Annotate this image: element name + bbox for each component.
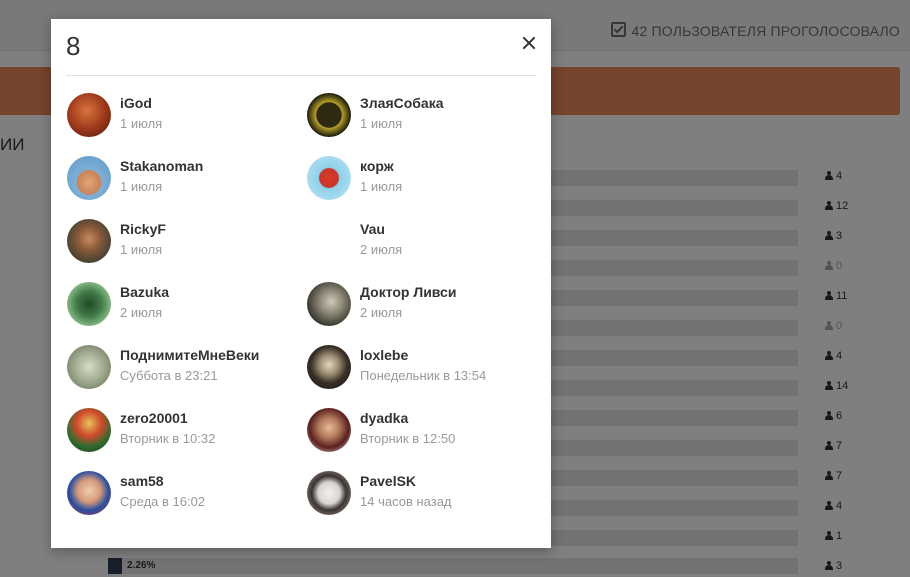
voter-name[interactable]: ЗлаяСобака: [360, 94, 444, 112]
close-icon[interactable]: [521, 35, 537, 51]
voter-item[interactable]: Stakanoman 1 июля: [67, 156, 307, 219]
voter-item[interactable]: loxlebe Понедельник в 13:54: [307, 345, 547, 408]
voter-name[interactable]: dyadka: [360, 409, 455, 427]
avatar[interactable]: [307, 156, 351, 200]
vote-date: 2 июля: [360, 242, 403, 257]
voter-item[interactable]: Bazuka 2 июля: [67, 282, 307, 345]
voter-name[interactable]: Bazuka: [120, 283, 169, 301]
vote-date: Среда в 16:02: [120, 494, 206, 509]
voter-name[interactable]: Vau: [360, 220, 402, 238]
voter-item[interactable]: dyadka Вторник в 12:50: [307, 408, 547, 471]
voter-name[interactable]: zero20001: [120, 409, 215, 427]
divider: [66, 75, 536, 76]
avatar[interactable]: [67, 345, 111, 389]
voter-name[interactable]: sam58: [120, 472, 205, 490]
vote-date: Понедельник в 13:54: [360, 368, 487, 383]
voter-name[interactable]: loxlebe: [360, 346, 486, 364]
avatar[interactable]: [307, 408, 351, 452]
avatar[interactable]: [307, 93, 351, 137]
vote-date: Вторник в 10:32: [120, 431, 216, 446]
vote-date: 1 июля: [120, 116, 163, 131]
voter-item[interactable]: корж 1 июля: [307, 156, 547, 219]
voter-item[interactable]: iGod 1 июля: [67, 93, 307, 156]
vote-date: 14 часов назад: [360, 494, 452, 509]
avatar[interactable]: [307, 345, 351, 389]
voters-modal: 8 iGod 1 июля ЗлаяСобака 1 июля Stakanoman…: [51, 19, 551, 548]
vote-date: Суббота в 23:21: [120, 368, 218, 383]
avatar[interactable]: [67, 471, 111, 515]
voter-item[interactable]: zero20001 Вторник в 10:32: [67, 408, 307, 471]
avatar[interactable]: [67, 282, 111, 326]
vote-date: 1 июля: [120, 242, 163, 257]
modal-title: 8: [66, 31, 81, 61]
voter-name[interactable]: iGod: [120, 94, 162, 112]
vote-date: 1 июля: [360, 179, 403, 194]
voter-name[interactable]: Доктор Ливси: [360, 283, 456, 301]
avatar[interactable]: [307, 471, 351, 515]
vote-date: 1 июля: [120, 179, 163, 194]
avatar[interactable]: [67, 156, 111, 200]
voter-item[interactable]: sam58 Среда в 16:02: [67, 471, 307, 534]
voter-item[interactable]: Доктор Ливси 2 июля: [307, 282, 547, 345]
voter-name[interactable]: корж: [360, 157, 402, 175]
voter-item[interactable]: Vau 2 июля: [307, 219, 547, 282]
vote-date: Вторник в 12:50: [360, 431, 456, 446]
voter-name[interactable]: Stakanoman: [120, 157, 203, 175]
vote-date: 2 июля: [120, 305, 163, 320]
avatar[interactable]: [307, 282, 351, 326]
voter-name[interactable]: RickyF: [120, 220, 166, 238]
voter-name[interactable]: ПоднимитеМнеВеки: [120, 346, 259, 364]
avatar[interactable]: [67, 93, 111, 137]
voter-item[interactable]: RickyF 1 июля: [67, 219, 307, 282]
vote-date: 1 июля: [360, 116, 403, 131]
voter-item[interactable]: ПоднимитеМнеВеки Суббота в 23:21: [67, 345, 307, 408]
voter-name[interactable]: PavelSK: [360, 472, 452, 490]
voter-item[interactable]: PavelSK 14 часов назад: [307, 471, 547, 534]
avatar[interactable]: [307, 219, 351, 263]
voter-item[interactable]: ЗлаяСобака 1 июля: [307, 93, 547, 156]
voter-list: iGod 1 июля ЗлаяСобака 1 июля Stakanoman 1 …: [67, 93, 547, 534]
avatar[interactable]: [67, 219, 111, 263]
vote-date: 2 июля: [360, 305, 403, 320]
avatar[interactable]: [67, 408, 111, 452]
